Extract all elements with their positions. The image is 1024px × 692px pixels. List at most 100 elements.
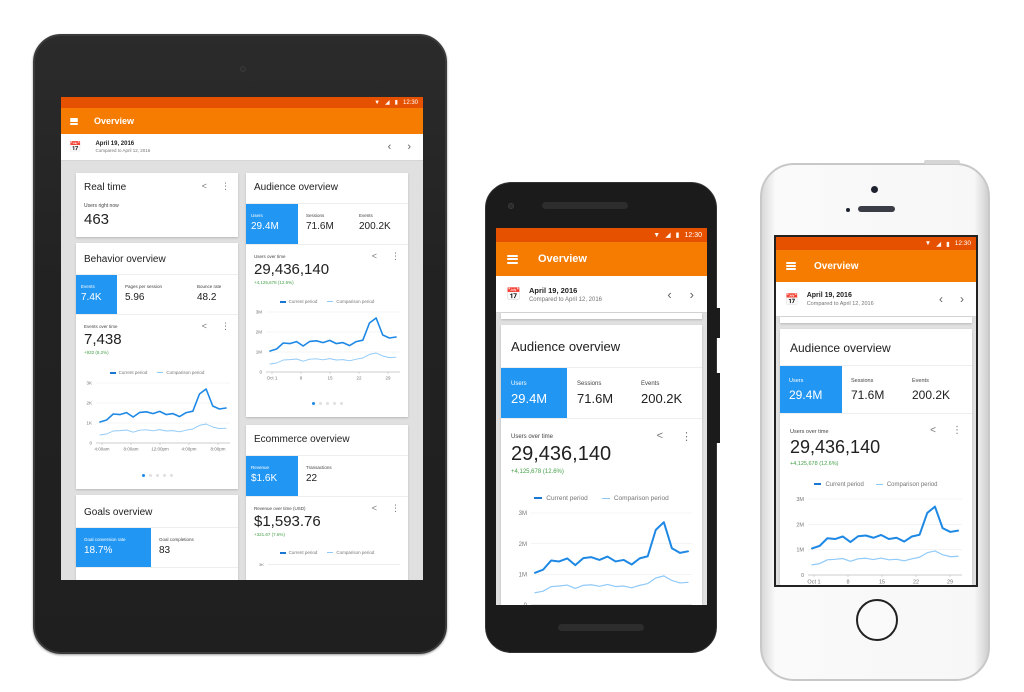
card-title: Audience overview	[790, 341, 891, 355]
share-icon[interactable]: <	[202, 181, 207, 192]
pager-dot-active[interactable]	[141, 474, 145, 477]
pager-dot[interactable]	[318, 402, 322, 405]
metric-tab-revenue[interactable]: Revenue $1.6K	[246, 456, 298, 496]
battery-icon: ▮	[946, 240, 950, 248]
metric-value: 200.2K	[641, 391, 683, 406]
android-phone-device: ▼ ◢ ▮ 12:30 Overview 📅 April 19, 2016 Co…	[485, 182, 720, 653]
status-time: 12:30	[684, 231, 702, 239]
y-tick-label: 3M	[256, 310, 263, 315]
chart-legend: Current period Comparison period	[246, 550, 408, 555]
metric-tab-users[interactable]: Users 29.4M	[501, 368, 567, 418]
metric-label: Events	[359, 213, 373, 218]
prev-date-button[interactable]: ‹	[667, 287, 671, 302]
x-tick-label: 29	[947, 580, 953, 586]
metric-tab-goal-completions[interactable]: Goal completions 83	[151, 528, 238, 567]
metric-tab-users[interactable]: Users 29.4M	[780, 366, 842, 413]
metric-value: 18.7%	[84, 545, 113, 556]
date-range[interactable]: April 19, 2016 Compared to April 12, 201…	[95, 141, 387, 153]
legend-comparison: Comparison period	[327, 299, 374, 304]
more-vert-icon[interactable]: ⋮	[391, 251, 400, 262]
y-tick-label: 3M	[519, 511, 527, 517]
date-range[interactable]: April 19, 2016 Compared to April 12, 201…	[807, 292, 939, 307]
pager-dot[interactable]	[169, 474, 173, 477]
metric-tab-events[interactable]: Events 200.2K	[353, 204, 408, 244]
share-icon[interactable]: <	[657, 430, 663, 443]
tablet-screen: ▼ ◢ ▮ 12:30 Overview 📅 April 19, 2016 Co…	[61, 97, 423, 580]
metric-value: 29.4M	[251, 221, 279, 232]
legend-comparison: Comparison period	[601, 495, 669, 502]
more-vert-icon[interactable]: ⋮	[391, 503, 400, 514]
pager-dot[interactable]	[155, 474, 159, 477]
wifi-icon: ▼	[653, 231, 661, 239]
app-bar: Overview	[496, 242, 707, 276]
y-tick-label: 1K	[86, 421, 92, 426]
metric-tabs: Users 29.4M Sessions 71.6M Events 200.2K	[246, 203, 408, 245]
share-icon[interactable]: <	[202, 321, 207, 332]
metric-tab-bounce-rate[interactable]: Bounce rate 48.2	[191, 275, 238, 314]
pager-dot[interactable]	[148, 474, 152, 477]
metric-tab-pages-per-session[interactable]: Pages per session 5.96	[117, 275, 191, 314]
menu-icon[interactable]	[507, 254, 518, 264]
metric-tab-events[interactable]: Events 200.2K	[904, 366, 972, 413]
prev-date-button[interactable]: ‹	[939, 292, 943, 306]
metric-label: Transactions	[306, 465, 332, 470]
prev-date-button[interactable]: ‹	[388, 141, 392, 153]
x-tick-label: 8	[300, 376, 303, 381]
pager-dot[interactable]	[339, 402, 343, 405]
legend-current: Current period	[534, 495, 588, 502]
phone-speaker-bottom	[558, 624, 644, 631]
pager-dot[interactable]	[325, 402, 329, 405]
y-tick-label: 3K	[259, 562, 264, 567]
pager-dot[interactable]	[332, 402, 336, 405]
metric-tab-transactions[interactable]: Transactions 22	[298, 456, 408, 496]
pager-dot[interactable]	[162, 474, 166, 477]
calendar-icon[interactable]: 📅	[506, 287, 521, 301]
chart-total: 29,436,140	[790, 437, 881, 457]
metric-value: 71.6M	[577, 391, 614, 406]
metric-value: 71.6M	[851, 388, 885, 402]
chart-delta: +321.67 (7.6%)	[254, 532, 285, 537]
share-icon[interactable]: <	[930, 425, 936, 436]
y-tick-label: 2M	[519, 542, 527, 548]
status-bar: ▼ ◢ ▮ 12:30	[61, 97, 423, 108]
y-tick-label: 0	[801, 573, 804, 579]
home-button[interactable]	[856, 599, 898, 641]
series-comparison-period-line	[99, 423, 227, 436]
pager-dot-active[interactable]	[311, 402, 315, 405]
y-tick-label: 2M	[796, 522, 804, 528]
metric-label: Users	[789, 378, 804, 384]
calendar-icon[interactable]: 📅	[785, 293, 799, 306]
metric-tab-events[interactable]: Events 200.2K	[633, 368, 702, 418]
tablet-device: ▼ ◢ ▮ 12:30 Overview 📅 April 19, 2016 Co…	[33, 34, 447, 654]
chart-total: 7,438	[84, 331, 122, 348]
next-date-button[interactable]: ›	[407, 141, 411, 153]
metric-tab-goal-conversion-rate[interactable]: Goal conversion rate 18.7%	[76, 528, 151, 567]
calendar-icon[interactable]: 📅	[69, 142, 81, 153]
metric-value: 22	[306, 473, 318, 484]
share-icon[interactable]: <	[372, 503, 377, 514]
menu-icon[interactable]	[70, 117, 78, 125]
metric-tab-events[interactable]: Events 7.4K	[76, 275, 117, 314]
more-vert-icon[interactable]: ⋮	[221, 181, 230, 192]
metric-tab-sessions[interactable]: Sessions 71.6M	[298, 204, 353, 244]
date-bar: 📅 April 19, 2016 Compared to April 12, 2…	[496, 276, 707, 313]
menu-icon[interactable]	[786, 262, 796, 270]
series-comparison-period-line	[534, 575, 689, 594]
date-range[interactable]: April 19, 2016 Compared to April 12, 201…	[529, 286, 667, 303]
metric-tab-users[interactable]: Users 29.4M	[246, 204, 298, 244]
y-tick-label: 1M	[256, 350, 263, 355]
more-vert-icon[interactable]: ⋮	[221, 321, 230, 332]
battery-icon: ▮	[675, 232, 680, 239]
more-vert-icon[interactable]: ⋮	[681, 430, 692, 443]
metric-tab-sessions[interactable]: Sessions 71.6M	[567, 368, 633, 418]
share-icon[interactable]: <	[372, 251, 377, 262]
card-title: Audience overview	[254, 182, 338, 193]
next-date-button[interactable]: ›	[690, 287, 694, 302]
gridline	[268, 564, 400, 565]
users-chart: 0 1M 2M 3M Oct 1 8 15 22 29	[256, 310, 400, 381]
more-vert-icon[interactable]: ⋮	[952, 425, 962, 436]
audience-card: Audience overview Users 29.4M Sessions 7…	[501, 325, 702, 605]
metric-tab-sessions[interactable]: Sessions 71.6M	[842, 366, 904, 413]
chart-legend: Current period Comparison period	[76, 370, 238, 375]
next-date-button[interactable]: ›	[960, 292, 964, 306]
